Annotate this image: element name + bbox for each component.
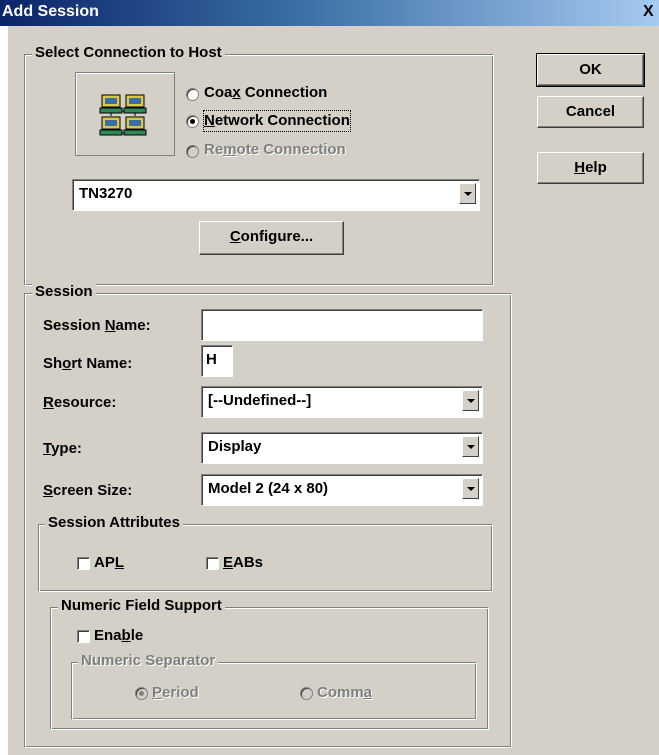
add-session-dialog: Select Connection to Host Coax Connectio… [8, 26, 659, 755]
cancel-button[interactable]: Cancel [537, 96, 644, 128]
apl-checkbox[interactable] [77, 557, 90, 570]
network-computers-icon [75, 72, 175, 156]
type-select[interactable]: Display [201, 432, 483, 464]
connection-type-value: TN3270 [79, 185, 133, 202]
window-title: Add Session [2, 3, 99, 20]
session-name-label: Session Name: [43, 317, 151, 334]
screen-size-value: Model 2 (24 x 80) [208, 480, 329, 497]
enable-checkbox[interactable] [77, 630, 90, 643]
coax-connection-label[interactable]: Coax Connection [204, 83, 327, 103]
eabs-checkbox[interactable] [206, 557, 219, 570]
screen-size-label: Screen Size: [43, 482, 133, 499]
session-group-legend: Session [32, 283, 96, 301]
enable-label[interactable]: Enable [94, 626, 143, 646]
resource-value: [--Undefined--] [208, 392, 312, 409]
session-attributes-legend: Session Attributes [45, 514, 183, 532]
remote-connection-radio [186, 145, 199, 158]
chevron-down-icon[interactable] [462, 478, 479, 499]
numeric-separator-groupbox [71, 662, 477, 720]
radio-selected-dot [139, 691, 144, 696]
coax-connection-radio[interactable] [186, 88, 199, 101]
resource-label: Resource: [43, 394, 117, 411]
chevron-down-icon[interactable] [462, 436, 479, 457]
configure-button[interactable]: Configure... [199, 221, 344, 255]
connection-group-legend: Select Connection to Host [32, 44, 225, 62]
chevron-down-icon[interactable] [459, 183, 476, 204]
resource-select[interactable]: [--Undefined--] [201, 386, 483, 418]
short-name-input[interactable]: H [201, 345, 233, 377]
chevron-down-icon[interactable] [462, 390, 479, 411]
session-name-input[interactable] [201, 309, 483, 341]
title-bar: Add Session X [0, 0, 659, 26]
ok-button[interactable]: OK [536, 53, 645, 87]
comma-radio [300, 687, 313, 700]
comma-label: Comma [317, 684, 373, 701]
period-label: Period [152, 684, 199, 701]
type-label: Type: [43, 440, 82, 457]
short-name-label: Short Name: [43, 355, 133, 372]
network-connection-radio[interactable] [186, 115, 199, 128]
apl-label[interactable]: APL [94, 553, 124, 573]
type-value: Display [208, 438, 262, 455]
numeric-separator-legend: Numeric Separator [78, 652, 219, 670]
close-icon[interactable]: X [643, 3, 654, 21]
remote-connection-label: Remote Connection [204, 141, 346, 158]
connection-type-select[interactable]: TN3270 [72, 179, 480, 211]
numeric-field-support-legend: Numeric Field Support [58, 597, 225, 615]
network-connection-label[interactable]: Network Connection [203, 110, 351, 132]
screen-size-select[interactable]: Model 2 (24 x 80) [201, 474, 483, 506]
eabs-label[interactable]: EABs [223, 553, 263, 573]
radio-selected-dot [190, 119, 195, 124]
help-button[interactable]: Help [537, 152, 644, 184]
period-radio [135, 687, 148, 700]
